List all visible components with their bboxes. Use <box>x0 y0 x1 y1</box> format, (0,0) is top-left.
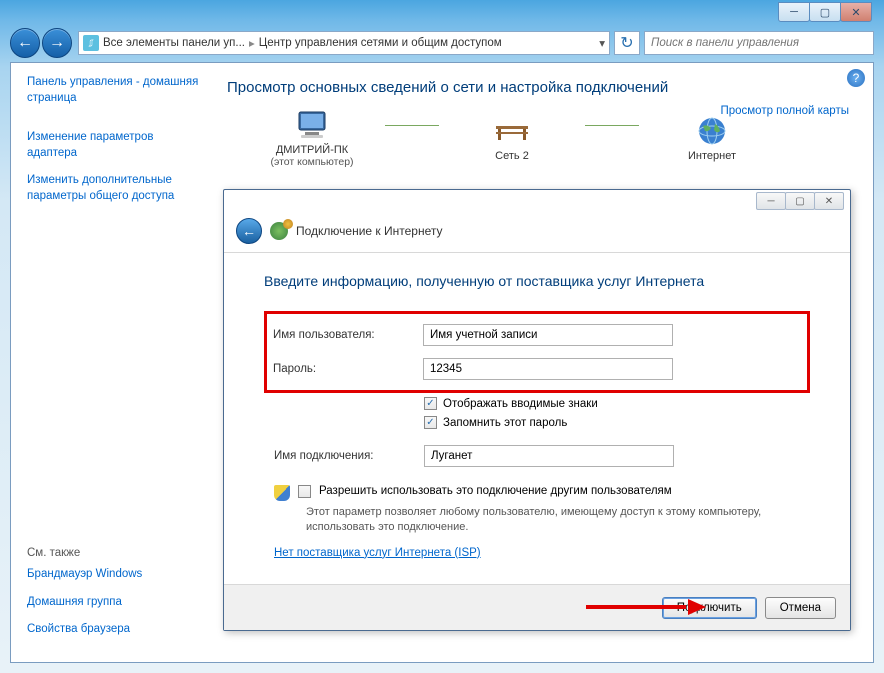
internet-wizard-icon <box>270 222 288 240</box>
shield-icon <box>274 485 290 501</box>
wizard-footer: Подключить Отмена <box>224 584 850 630</box>
network-icon <box>447 114 577 148</box>
wizard-maximize-button[interactable]: ▢ <box>785 192 815 210</box>
network-map: ДМИТРИЙ-ПК (этот компьютер) Сеть 2 Интер… <box>247 108 855 168</box>
remember-password-label: Запомнить этот пароль <box>443 417 567 429</box>
wizard-window-controls: ─ ▢ ✕ <box>224 190 850 212</box>
refresh-button[interactable]: ↻ <box>614 31 640 55</box>
annotation-arrow <box>586 601 706 613</box>
wizard-minimize-button[interactable]: ─ <box>756 192 786 210</box>
nav-back-button[interactable]: ← <box>10 28 40 58</box>
nav-forward-button[interactable]: → <box>42 28 72 58</box>
window-controls: ─ ▢ ✕ <box>779 2 872 22</box>
sidebar-link-sharing[interactable]: Изменить дополнительные параметры общего… <box>27 173 201 204</box>
globe-icon <box>647 114 777 148</box>
help-icon[interactable]: ? <box>847 69 865 87</box>
map-node-network: Сеть 2 <box>447 114 577 162</box>
see-also-label: См. также <box>27 547 142 559</box>
toolbar: ← → ⎎ Все элементы панели уп... ▸ Центр … <box>10 26 874 60</box>
connection-line <box>585 125 639 126</box>
connection-line <box>385 125 439 126</box>
wizard-close-button[interactable]: ✕ <box>814 192 844 210</box>
page-title: Просмотр основных сведений о сети и наст… <box>227 79 855 96</box>
username-input[interactable] <box>423 324 673 346</box>
close-button[interactable]: ✕ <box>840 2 872 22</box>
connection-name-label: Имя подключения: <box>274 450 424 462</box>
connection-name-input[interactable] <box>424 445 674 467</box>
show-chars-label: Отображать вводимые знаки <box>443 398 598 410</box>
maximize-button[interactable]: ▢ <box>809 2 841 22</box>
wizard-header: ← Подключение к Интернету <box>224 212 850 253</box>
password-label: Пароль: <box>273 363 423 375</box>
control-panel-icon: ⎎ <box>83 35 99 51</box>
sidebar-link-adapter[interactable]: Изменение параметров адаптера <box>27 130 201 161</box>
wizard-heading: Введите информацию, полученную от постав… <box>264 273 810 289</box>
no-isp-link[interactable]: Нет поставщика услуг Интернета (ISP) <box>274 547 481 559</box>
computer-icon <box>247 108 377 142</box>
password-input[interactable] <box>423 358 673 380</box>
username-label: Имя пользователя: <box>273 329 423 341</box>
allow-others-label: Разрешить использовать это подключение д… <box>319 485 672 497</box>
back-button[interactable]: ← <box>236 218 262 244</box>
chevron-down-icon[interactable]: ▾ <box>599 36 605 50</box>
minimize-button[interactable]: ─ <box>778 2 810 22</box>
remember-password-checkbox[interactable]: ✓ <box>424 416 437 429</box>
search-input[interactable] <box>644 31 874 55</box>
cancel-button[interactable]: Отмена <box>765 597 836 619</box>
wizard-title: Подключение к Интернету <box>296 224 443 238</box>
breadcrumb-item[interactable]: Все элементы панели уп... <box>103 37 245 49</box>
sidebar-link-homegroup[interactable]: Домашняя группа <box>27 595 142 611</box>
internet-wizard-dialog: ─ ▢ ✕ ← Подключение к Интернету Введите … <box>223 189 851 631</box>
allow-others-description: Этот параметр позволяет любому пользоват… <box>306 505 816 535</box>
map-node-computer: ДМИТРИЙ-ПК (этот компьютер) <box>247 108 377 168</box>
sidebar-link-browser[interactable]: Свойства браузера <box>27 622 142 638</box>
sidebar-link-home[interactable]: Панель управления - домашняя страница <box>27 75 201 106</box>
map-node-internet: Интернет <box>647 114 777 162</box>
allow-others-checkbox[interactable] <box>298 485 311 498</box>
breadcrumb[interactable]: ⎎ Все элементы панели уп... ▸ Центр упра… <box>78 31 610 55</box>
full-map-link[interactable]: Просмотр полной карты <box>720 105 849 117</box>
credentials-highlight: Имя пользователя: Пароль: <box>264 311 810 393</box>
sidebar: Панель управления - домашняя страница Из… <box>11 63 209 662</box>
breadcrumb-item[interactable]: Центр управления сетями и общим доступом <box>259 37 502 49</box>
show-chars-checkbox[interactable]: ✓ <box>424 397 437 410</box>
main-pane: ? Просмотр основных сведений о сети и на… <box>209 63 873 662</box>
sidebar-link-firewall[interactable]: Брандмауэр Windows <box>27 567 142 583</box>
chevron-right-icon: ▸ <box>249 36 255 50</box>
